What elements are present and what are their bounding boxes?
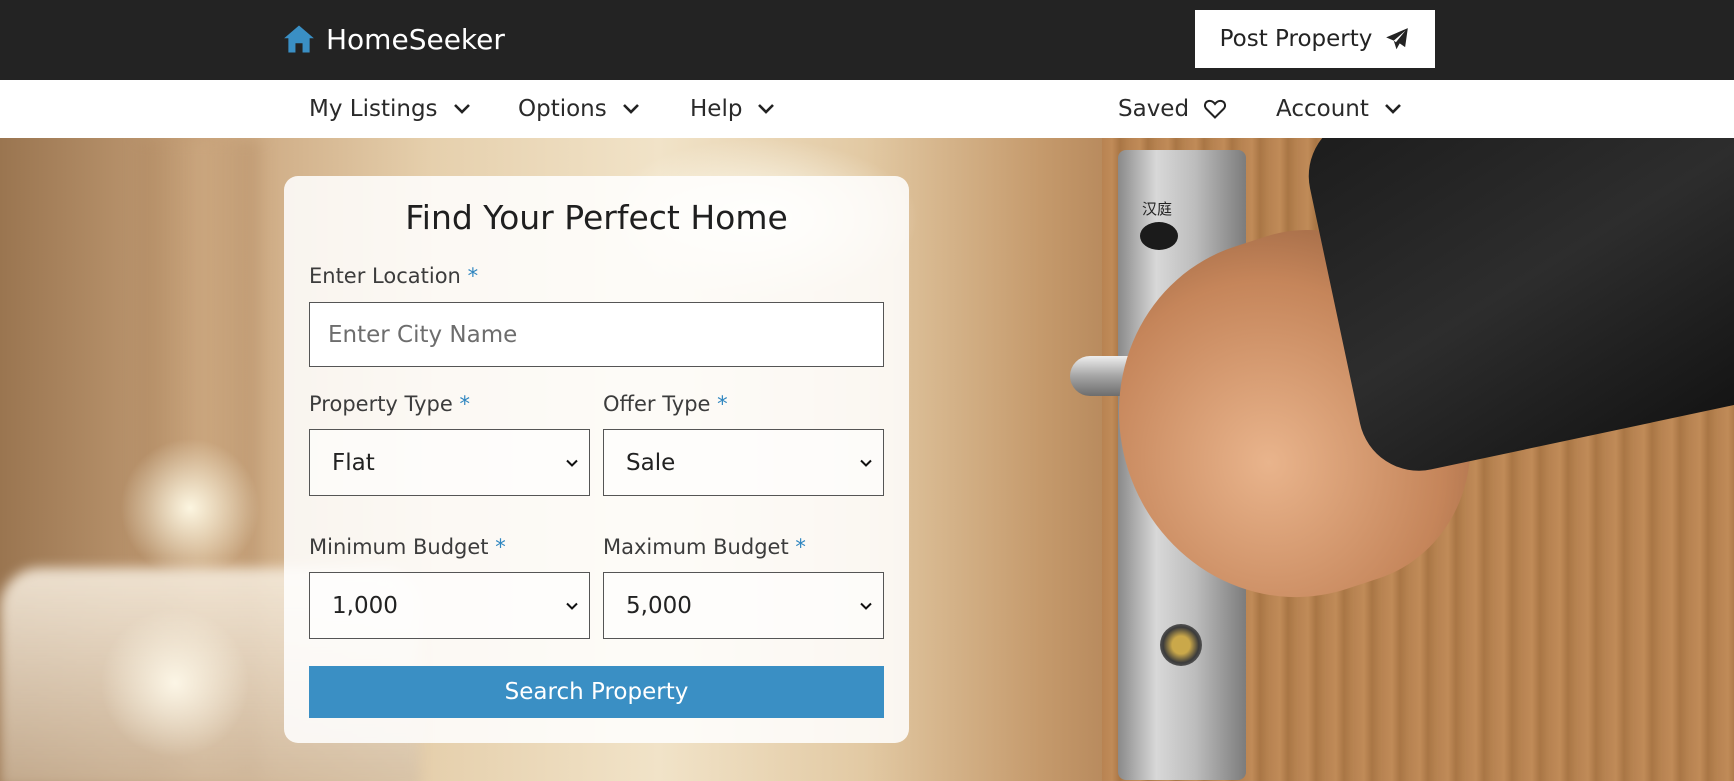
offer-type-label: Offer Type * (603, 392, 728, 416)
nav-saved[interactable]: Saved (1118, 80, 1227, 138)
chevron-down-icon (566, 459, 578, 467)
brand-logo[interactable]: HomeSeeker (282, 20, 505, 58)
required-mark: * (459, 392, 470, 416)
min-budget-select[interactable]: 1,000 (309, 572, 590, 639)
chevron-down-icon (1384, 104, 1401, 114)
required-mark: * (717, 392, 728, 416)
chevron-down-icon (566, 602, 578, 610)
location-label: Enter Location * (309, 264, 479, 288)
nav-help-label: Help (690, 96, 743, 122)
chevron-down-icon (622, 104, 639, 114)
nav-saved-label: Saved (1118, 96, 1190, 122)
chevron-down-icon (758, 104, 775, 114)
nav-my-listings-label: My Listings (309, 96, 438, 122)
lamp-glow (120, 438, 260, 578)
nav-account[interactable]: Account (1276, 80, 1403, 138)
top-header: HomeSeeker Post Property (0, 0, 1734, 80)
max-budget-label: Maximum Budget * (603, 535, 806, 559)
house-icon (284, 25, 314, 53)
nav-options-label: Options (518, 96, 607, 122)
property-type-select[interactable]: Flat (309, 429, 590, 496)
card-reader (1140, 222, 1178, 250)
property-type-label: Property Type * (309, 392, 470, 416)
paper-plane-icon (1386, 28, 1409, 50)
brand-name: HomeSeeker (326, 22, 505, 56)
hero-background-image: 汉庭 Find Your Perfect Home Enter Location… (0, 138, 1734, 781)
property-type-value: Flat (332, 449, 375, 476)
location-input[interactable] (309, 302, 884, 367)
max-budget-select[interactable]: 5,000 (603, 572, 884, 639)
keyhole (1160, 624, 1202, 666)
chevron-down-icon (860, 602, 872, 610)
search-property-button[interactable]: Search Property (309, 666, 884, 718)
max-budget-value: 5,000 (626, 592, 692, 619)
required-mark: * (495, 535, 506, 559)
nav-options[interactable]: Options (518, 80, 641, 138)
offer-type-select[interactable]: Sale (603, 429, 884, 496)
chevron-down-icon (860, 459, 872, 467)
min-budget-value: 1,000 (332, 592, 398, 619)
lamp-glow-lower (100, 608, 250, 758)
required-mark: * (467, 264, 479, 288)
door-sign-text: 汉庭 (1142, 200, 1173, 218)
offer-type-value: Sale (626, 449, 676, 476)
min-budget-label: Minimum Budget * (309, 535, 506, 559)
required-mark: * (795, 535, 806, 559)
search-card-title: Find Your Perfect Home (405, 198, 788, 237)
post-property-label: Post Property (1219, 26, 1373, 52)
search-card: Find Your Perfect Home Enter Location * … (284, 176, 909, 743)
nav-help[interactable]: Help (690, 80, 776, 138)
nav-account-label: Account (1276, 96, 1369, 122)
chevron-down-icon (453, 104, 470, 114)
heart-icon (1204, 99, 1227, 119)
post-property-button[interactable]: Post Property (1195, 10, 1435, 68)
nav-my-listings[interactable]: My Listings (309, 80, 472, 138)
main-nav: My Listings Options Help Saved Account (0, 80, 1734, 138)
